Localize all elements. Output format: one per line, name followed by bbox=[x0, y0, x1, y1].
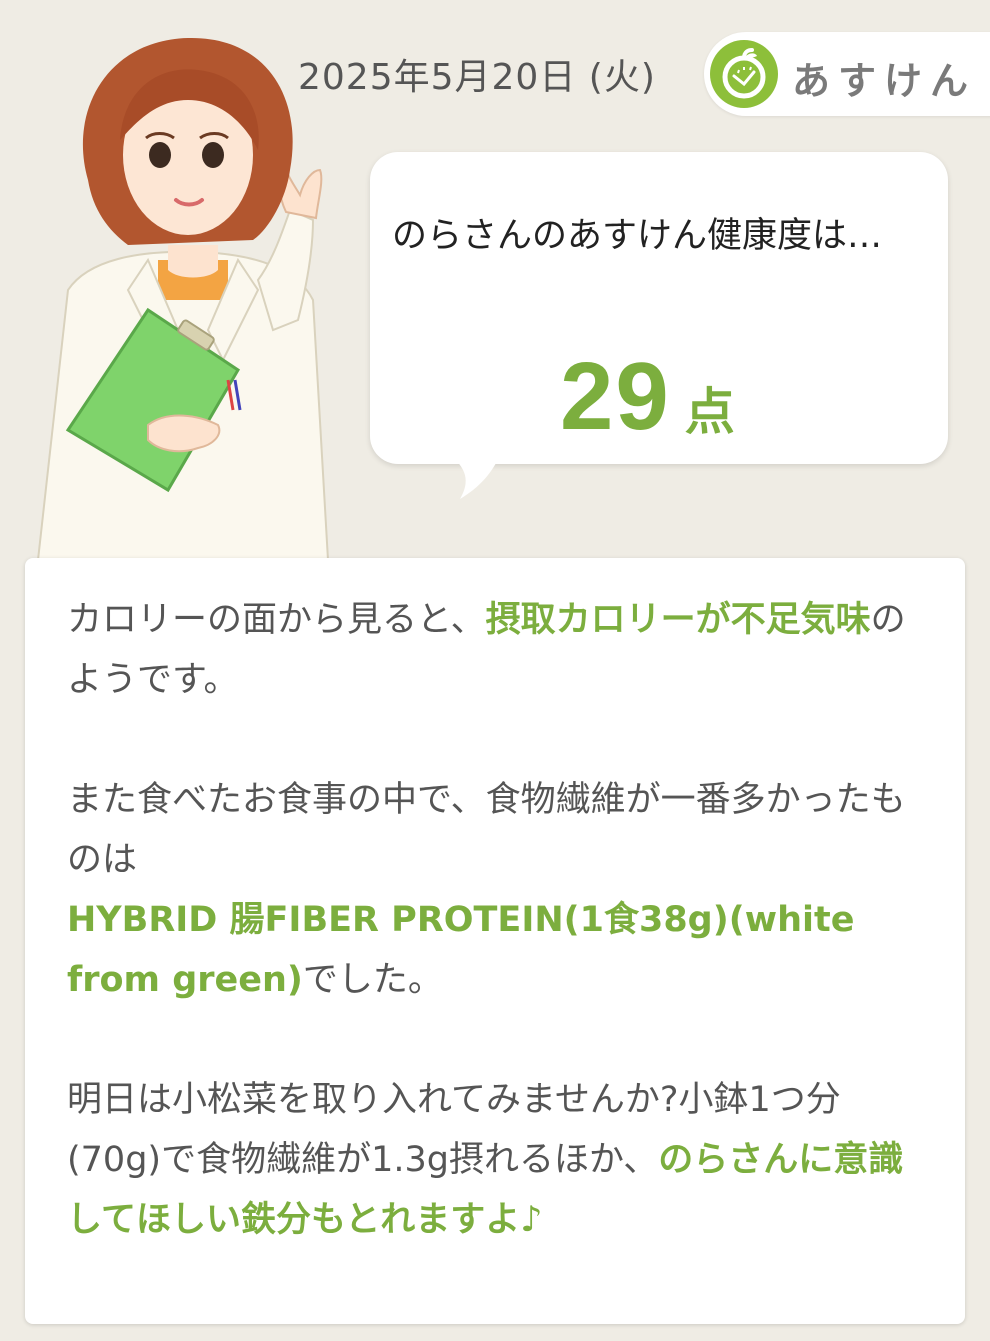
health-score: 29 点 bbox=[560, 342, 735, 452]
advice-card: カロリーの面から見ると、摂取カロリーが不足気味のようです。 また食べたお食事の中… bbox=[25, 558, 965, 1324]
speech-bubble-tail bbox=[450, 455, 500, 499]
brand-name: あすけん bbox=[792, 59, 977, 103]
brand-badge: あすけん bbox=[704, 32, 990, 116]
advice-p1-highlight: 摂取カロリーが不足気味 bbox=[485, 600, 871, 640]
doctor-illustration bbox=[36, 37, 330, 560]
advice-p2-tail: でした。 bbox=[302, 960, 443, 1000]
speech-bubble: のらさんのあすけん健康度は… 29 点 bbox=[370, 152, 948, 464]
advice-paragraph-calorie: カロリーの面から見ると、摂取カロリーが不足気味のようです。 bbox=[67, 590, 927, 710]
advice-paragraph-tomorrow: 明日は小松菜を取り入れてみませんか?小鉢1つ分(70g)で食物繊維が1.3g摂れ… bbox=[67, 1070, 927, 1250]
health-score-unit: 点 bbox=[684, 383, 735, 441]
advice-text: カロリーの面から見ると、摂取カロリーが不足気味のようです。 また食べたお食事の中… bbox=[67, 590, 927, 1250]
advice-p1-text: カロリーの面から見ると、 bbox=[67, 600, 486, 640]
bubble-intro-text: のらさんのあすけん健康度は… bbox=[392, 216, 883, 256]
apple-scale-icon bbox=[710, 40, 778, 108]
advice-paragraph-fiber: また食べたお食事の中で、食物繊維が一番多かったものは HYBRID 腸FIBER … bbox=[67, 770, 927, 1010]
advice-p2-text: また食べたお食事の中で、食物繊維が一番多かったものは bbox=[67, 780, 906, 880]
advice-p2-highlight: HYBRID 腸FIBER PROTEIN(1食38g)(white from … bbox=[67, 900, 855, 1000]
health-score-value: 29 bbox=[560, 343, 671, 450]
